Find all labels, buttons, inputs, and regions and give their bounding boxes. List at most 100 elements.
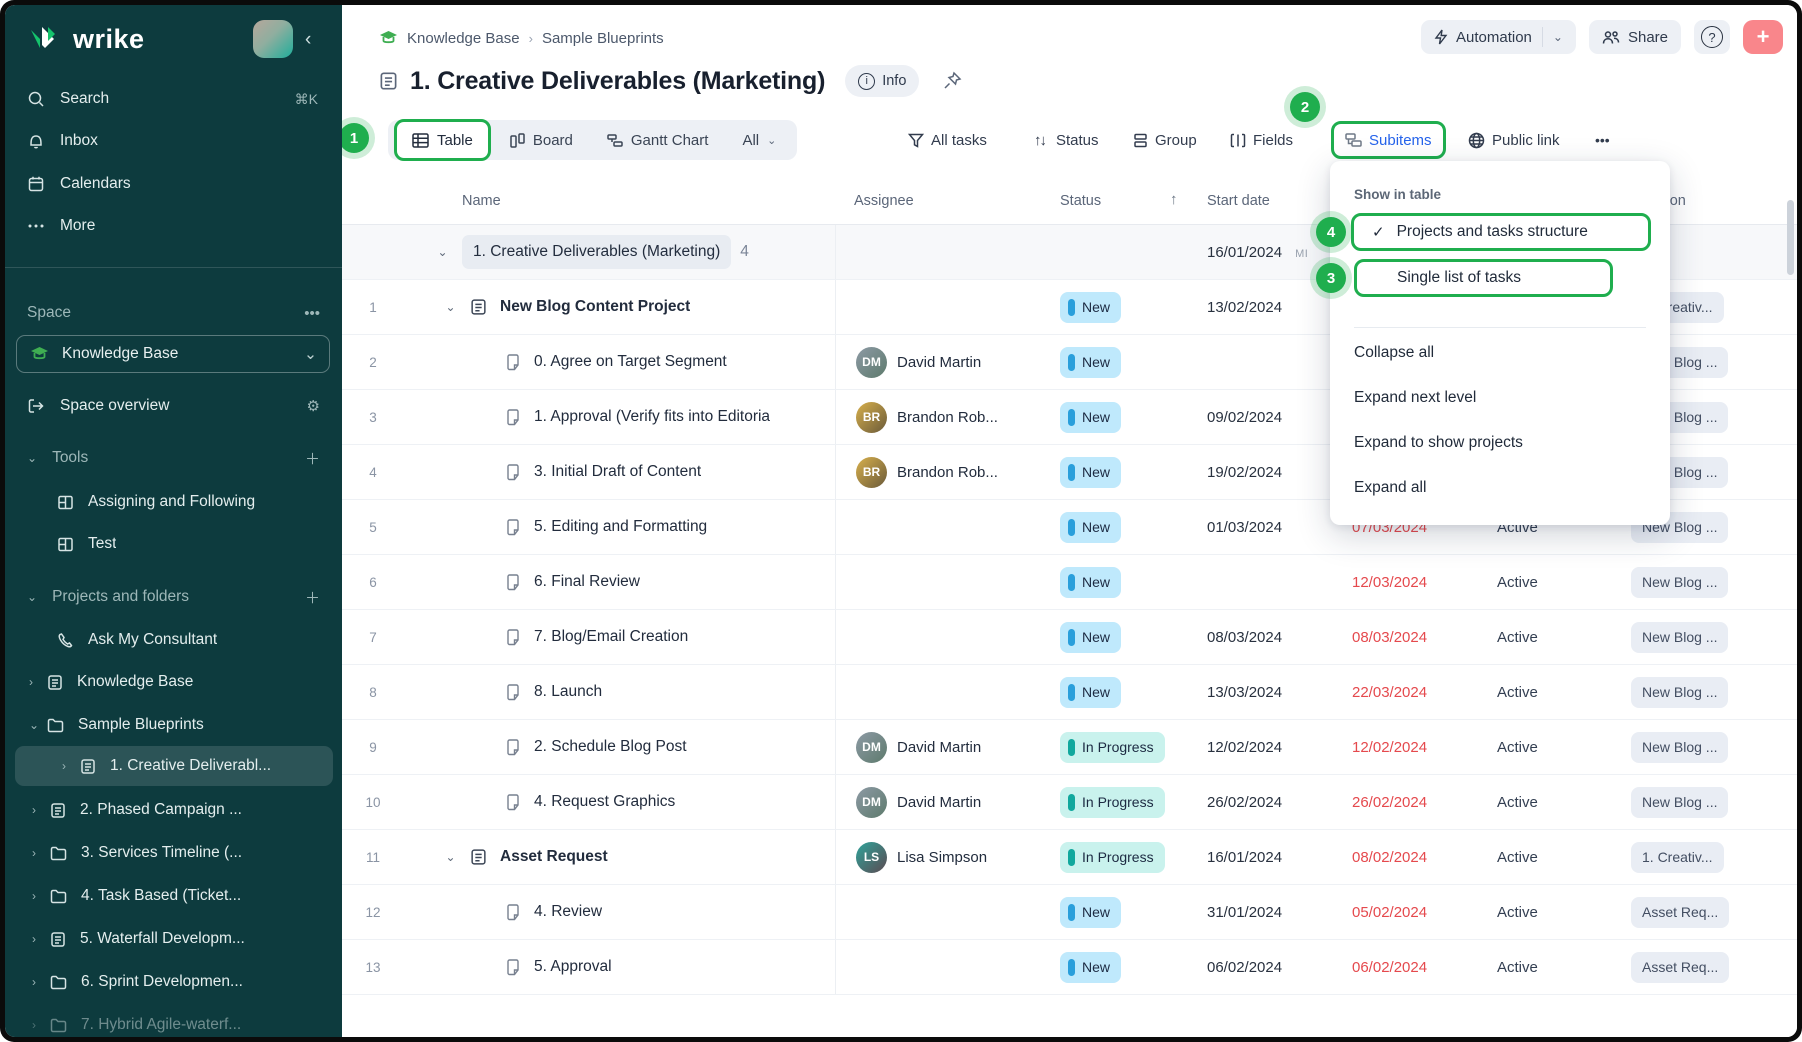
task-name[interactable]: 5. Approval <box>534 958 612 976</box>
status-chip[interactable]: New <box>1060 512 1121 543</box>
sidebar-item-more[interactable]: More <box>5 206 342 246</box>
start-date[interactable]: 01/03/2024 <box>1207 519 1282 536</box>
sidebar-item-sample-blueprints[interactable]: ⌄ Sample Blueprints <box>5 705 342 745</box>
view-scope-dropdown[interactable]: All ⌄ <box>725 132 793 149</box>
table-row[interactable]: 9 ⌄ 2. Schedule Blog Post DM David Marti… <box>342 720 1797 775</box>
projects-add-icon[interactable]: ＋ <box>305 587 320 608</box>
start-date[interactable]: 16/01/2024 <box>1207 849 1282 866</box>
due-date[interactable]: 08/03/2024 <box>1352 629 1427 646</box>
breadcrumb-sample-blueprints[interactable]: Sample Blueprints <box>542 30 664 47</box>
task-name[interactable]: Asset Request <box>500 848 608 866</box>
pin-icon[interactable] <box>941 70 963 92</box>
assignee-avatar[interactable]: BR <box>856 402 887 433</box>
chevron-down-icon[interactable]: ⌄ <box>442 300 459 314</box>
task-name[interactable]: 8. Launch <box>534 683 602 701</box>
menu-option-projects-structure[interactable]: ✓ Projects and tasks structure <box>1351 213 1651 251</box>
space-options-icon[interactable]: ••• <box>304 305 320 322</box>
start-date[interactable]: 12/02/2024 <box>1207 739 1282 756</box>
status-chip[interactable]: New <box>1060 677 1121 708</box>
status-chip[interactable]: New <box>1060 897 1121 928</box>
add-button[interactable]: + <box>1743 20 1783 54</box>
sidebar-item-assigning[interactable]: Assigning and Following <box>5 482 342 522</box>
status-chip[interactable]: In Progress <box>1060 842 1165 873</box>
sort-arrow-icon[interactable]: ↑ <box>1170 191 1178 208</box>
table-row[interactable]: 13 ⌄ 5. Approval New 06/02/2024 06/02/20… <box>342 940 1797 995</box>
tools-add-icon[interactable]: ＋ <box>305 448 320 469</box>
tools-section-header[interactable]: ⌄ Tools ＋ <box>5 438 342 478</box>
chevron-down-icon[interactable]: ⌄ <box>434 245 451 259</box>
due-date[interactable]: 26/02/2024 <box>1352 794 1427 811</box>
sidebar-item-blueprint-2[interactable]: › 2. Phased Campaign ... <box>5 790 342 830</box>
start-date[interactable]: 06/02/2024 <box>1207 959 1282 976</box>
due-date[interactable]: 08/02/2024 <box>1352 849 1427 866</box>
assignee-avatar[interactable]: DM <box>856 732 887 763</box>
start-date[interactable]: 31/01/2024 <box>1207 904 1282 921</box>
table-row[interactable]: 11 ⌄ Asset Request LS Lisa Simpson In Pr… <box>342 830 1797 885</box>
start-date[interactable]: 13/02/2024 <box>1207 299 1282 316</box>
sidebar-item-inbox[interactable]: Inbox <box>5 121 342 161</box>
status-chip[interactable]: New <box>1060 292 1121 323</box>
public-link-button[interactable]: Public link <box>1468 120 1560 160</box>
sidebar-item-blueprint-1[interactable]: › 1. Creative Deliverabl... <box>15 746 333 786</box>
due-date[interactable]: 12/03/2024 <box>1352 574 1427 591</box>
task-name[interactable]: New Blog Content Project <box>500 298 690 316</box>
space-selector[interactable]: Knowledge Base ⌄ <box>16 335 330 373</box>
breadcrumb-knowledge-base[interactable]: Knowledge Base <box>407 30 520 47</box>
menu-expand-next-level[interactable]: Expand next level <box>1354 389 1476 407</box>
sidebar-item-blueprint-5[interactable]: › 5. Waterfall Developm... <box>5 919 342 959</box>
chevron-down-icon[interactable]: ⌄ <box>442 850 459 864</box>
table-row[interactable]: 7 ⌄ 7. Blog/Email Creation New 08/03/202… <box>342 610 1797 665</box>
share-button[interactable]: Share <box>1589 20 1681 54</box>
info-button[interactable]: i Info <box>845 65 919 97</box>
start-date[interactable]: 19/02/2024 <box>1207 464 1282 481</box>
sidebar-item-test[interactable]: Test <box>5 524 342 564</box>
start-date[interactable]: 09/02/2024 <box>1207 409 1282 426</box>
menu-expand-show-projects[interactable]: Expand to show projects <box>1354 434 1523 452</box>
gear-icon[interactable]: ⚙ <box>307 397 320 415</box>
table-row[interactable]: 12 ⌄ 4. Review New 31/01/2024 05/02/2024 <box>342 885 1797 940</box>
status-chip[interactable]: New <box>1060 457 1121 488</box>
fields-button[interactable]: Fields <box>1230 120 1293 160</box>
root-project-name[interactable]: 1. Creative Deliverables (Marketing) <box>462 235 731 269</box>
status-chip[interactable]: In Progress <box>1060 732 1165 763</box>
task-name[interactable]: 1. Approval (Verify fits into Editoria <box>534 408 770 426</box>
task-name[interactable]: 6. Final Review <box>534 573 640 591</box>
start-date[interactable]: 26/02/2024 <box>1207 794 1282 811</box>
tab-gantt[interactable]: Gantt Chart <box>590 132 726 149</box>
table-row[interactable]: 6 ⌄ 6. Final Review New 12/03/2024 Acti <box>342 555 1797 610</box>
sidebar-item-blueprint-6[interactable]: › 6. Sprint Developmen... <box>5 962 342 1002</box>
toolbar-more-icon[interactable]: ••• <box>1595 120 1610 160</box>
status-chip[interactable]: New <box>1060 622 1121 653</box>
status-chip[interactable]: New <box>1060 347 1121 378</box>
group-button[interactable]: Group <box>1133 120 1197 160</box>
sidebar-collapse-icon[interactable]: ‹ <box>305 29 311 51</box>
task-name[interactable]: 3. Initial Draft of Content <box>534 463 701 481</box>
location-chip[interactable]: New Blog ... <box>1631 567 1728 598</box>
task-name[interactable]: 5. Editing and Formatting <box>534 518 707 536</box>
projects-section-header[interactable]: ⌄ Projects and folders ＋ <box>5 577 342 617</box>
subitems-button[interactable]: Subitems <box>1331 121 1446 159</box>
task-name[interactable]: 2. Schedule Blog Post <box>534 738 687 756</box>
tab-board[interactable]: Board <box>493 132 590 149</box>
sidebar-item-blueprint-4[interactable]: › 4. Task Based (Ticket... <box>5 876 342 916</box>
task-name[interactable]: 4. Review <box>534 903 602 921</box>
location-chip[interactable]: 1. Creativ... <box>1631 842 1724 873</box>
task-name[interactable]: 7. Blog/Email Creation <box>534 628 688 646</box>
table-row[interactable]: 10 ⌄ 4. Request Graphics DM David Martin… <box>342 775 1797 830</box>
task-name[interactable]: 0. Agree on Target Segment <box>534 353 727 371</box>
sidebar-item-consultant[interactable]: Ask My Consultant <box>5 620 342 660</box>
sidebar-item-blueprint-3[interactable]: › 3. Services Timeline (... <box>5 833 342 873</box>
status-chip[interactable]: In Progress <box>1060 787 1165 818</box>
location-chip[interactable]: New Blog ... <box>1631 677 1728 708</box>
header-assignee[interactable]: Assignee <box>836 193 1048 209</box>
location-chip[interactable]: New Blog ... <box>1631 787 1728 818</box>
sidebar-item-space-overview[interactable]: Space overview ⚙ <box>5 386 342 426</box>
vertical-scrollbar[interactable] <box>1787 200 1794 275</box>
due-date[interactable]: 05/02/2024 <box>1352 904 1427 921</box>
status-chip[interactable]: New <box>1060 567 1121 598</box>
location-chip[interactable]: Asset Req... <box>1631 897 1729 928</box>
assignee-avatar[interactable]: DM <box>856 347 887 378</box>
due-date[interactable]: 12/02/2024 <box>1352 739 1427 756</box>
table-row[interactable]: 8 ⌄ 8. Launch New 13/03/2024 22/03/2024 <box>342 665 1797 720</box>
menu-collapse-all[interactable]: Collapse all <box>1354 344 1434 362</box>
